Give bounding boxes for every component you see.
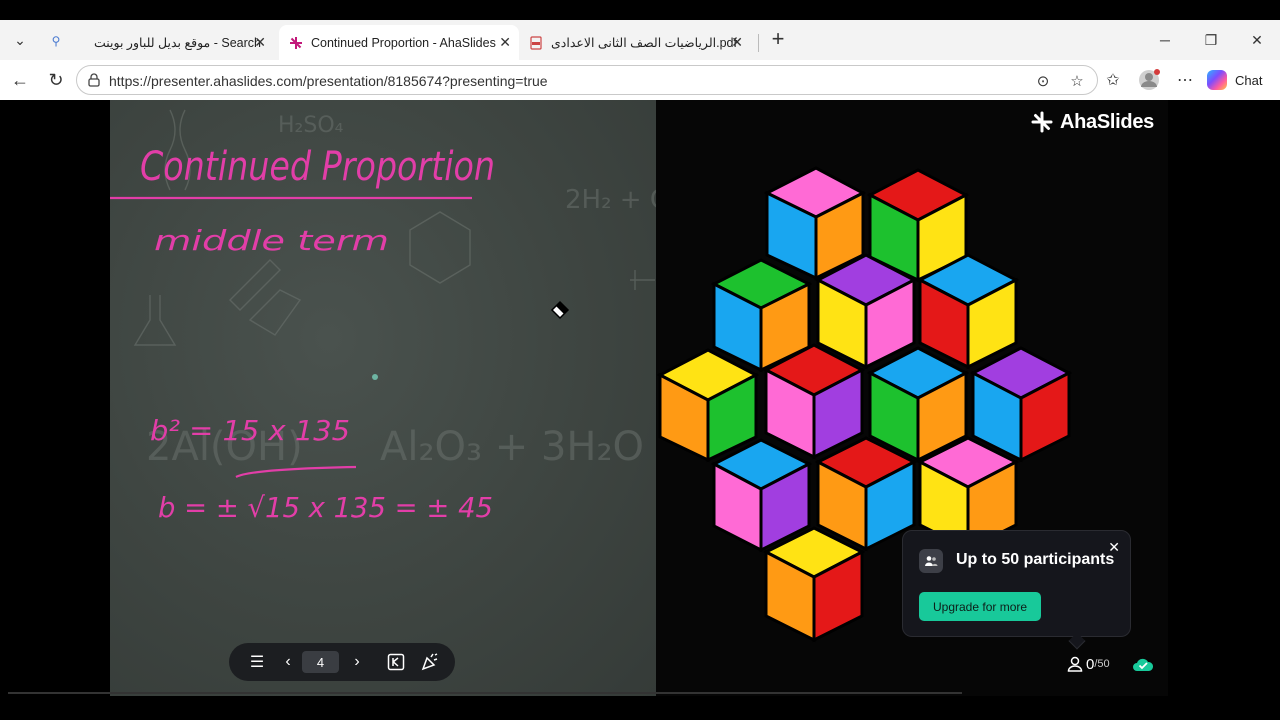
participants-group-svg [925, 556, 938, 566]
tab-actions-chevron-icon[interactable]: ⌄ [8, 28, 32, 52]
tab-label: موقع بديل للباور بوينت - Search [94, 36, 261, 50]
tab-search[interactable]: موقع بديل للباور بوينت - Search ✕ [84, 25, 274, 60]
ahaslides-mark-icon [1031, 111, 1053, 133]
minimize-icon[interactable]: ─ [1150, 28, 1180, 52]
tab-search-icon[interactable]: ⚲ [42, 30, 70, 52]
participant-counter[interactable]: 0 /50 [1066, 655, 1154, 673]
upgrade-popup: Up to 50 participants ✕ Upgrade for more [902, 530, 1131, 650]
profile-avatar-icon[interactable] [1137, 68, 1161, 92]
cloud-check-icon [1132, 658, 1153, 671]
participant-count: 0 [1086, 655, 1095, 673]
chalkboard-drawing: H₂SO₄ 2H₂ + O₂ 2Al(OH) Al₂O₃ + 3H₂O Cont… [110, 109, 656, 524]
chalkboard-slide: H₂SO₄ 2H₂ + O₂ 2Al(OH) Al₂O₃ + 3H₂O Cont… [110, 100, 656, 696]
keyboard-shortcut-icon[interactable] [384, 650, 408, 674]
person-icon [1067, 656, 1083, 672]
svg-text:H₂SO₄: H₂SO₄ [278, 113, 344, 138]
url-text: https://presenter.ahaslides.com/presenta… [109, 73, 548, 89]
address-bar[interactable]: https://presenter.ahaslides.com/presenta… [76, 65, 1098, 95]
participant-max: /50 [1094, 658, 1110, 670]
back-arrow-icon[interactable]: ← [8, 68, 32, 92]
reaction-confetti-icon[interactable] [418, 650, 442, 674]
menu-icon[interactable]: ☰ [245, 650, 269, 674]
profile-avatar-svg [1139, 69, 1160, 90]
popup-close-icon[interactable]: ✕ [1108, 539, 1120, 556]
brand-name: AhaSlides [1060, 110, 1154, 133]
browser-chrome: ⌄ ⚲ موقع بديل للباور بوينت - Search ✕ Co… [0, 20, 1280, 100]
chat-label: Chat [1235, 72, 1263, 88]
svg-text:Al₂O₃ + 3H₂O: Al₂O₃ + 3H₂O [380, 424, 644, 470]
copilot-icon [1207, 70, 1227, 90]
favorite-star-icon[interactable]: ☆ [1067, 71, 1087, 91]
ahaslides-favicon-icon [290, 36, 302, 49]
copilot-chat-button[interactable]: Chat [1207, 66, 1262, 94]
reaction-confetti-svg [421, 653, 438, 671]
close-icon[interactable]: ✕ [254, 34, 266, 51]
pdf-file-icon [530, 35, 542, 50]
reload-icon[interactable]: ↻ [44, 68, 68, 92]
presenter-controls: ☰ ‹ 4 › [229, 643, 455, 681]
tab-separator [758, 34, 759, 52]
tab-label: الرياضيات الصف الثانى الاعدادى.pdf [551, 36, 737, 50]
slide-number[interactable]: 4 [302, 651, 339, 673]
eraser-cursor-icon [550, 300, 570, 320]
screen-bottom-bar [0, 696, 1280, 720]
next-slide-icon[interactable]: › [345, 650, 369, 674]
popup-title: Up to 50 participants [956, 551, 1115, 568]
presentation-viewport: H₂SO₄ 2H₂ + O₂ 2Al(OH) Al₂O₃ + 3H₂O Cont… [4, 100, 1276, 696]
board-equation-2: b = ± √15 x 135 = ± 45 [158, 491, 493, 524]
board-subtitle: middle term [154, 224, 389, 257]
site-info-icon[interactable] [86, 72, 102, 88]
more-actions-circle-icon[interactable]: ⊙ [1033, 71, 1053, 91]
board-title: Continued Proportion [140, 144, 495, 190]
ahaslides-logo: AhaSlides [1030, 110, 1154, 134]
tab-strip: ⌄ ⚲ موقع بديل للباور بوينت - Search ✕ Co… [0, 20, 1280, 60]
screen-top-bar [0, 0, 1280, 20]
new-tab-plus-icon[interactable]: + [766, 28, 790, 52]
progress-track [8, 692, 962, 694]
laser-dot [372, 374, 378, 380]
slide-image-panel: AhaSlides Up to 50 participants ✕ Upgrad… [656, 100, 1168, 696]
window-close-icon[interactable]: ✕ [1242, 28, 1272, 52]
tab-ahaslides[interactable]: Continued Proportion - AhaSlides ✕ [279, 25, 519, 60]
participants-group-icon [919, 549, 943, 573]
tab-label: Continued Proportion - AhaSlides [311, 35, 496, 50]
svg-text:2H₂ + O₂: 2H₂ + O₂ [565, 185, 656, 215]
board-equation-1: b² = 15 x 135 [150, 414, 350, 447]
settings-more-icon[interactable]: ⋯ [1173, 68, 1197, 92]
keyboard-shortcut-svg [387, 653, 405, 671]
nav-bar: ← ↻ https://presenter.ahaslides.com/pres… [0, 60, 1280, 100]
close-icon[interactable]: ✕ [499, 34, 511, 51]
upgrade-button[interactable]: Upgrade for more [919, 592, 1042, 621]
restore-icon[interactable]: ❐ [1196, 28, 1226, 52]
favorites-icon[interactable]: ✩ [1101, 68, 1125, 92]
close-icon[interactable]: ✕ [731, 34, 743, 51]
tab-pdf[interactable]: الرياضيات الصف الثانى الاعدادى.pdf ✕ [519, 25, 751, 60]
previous-slide-icon[interactable]: ‹ [276, 650, 300, 674]
